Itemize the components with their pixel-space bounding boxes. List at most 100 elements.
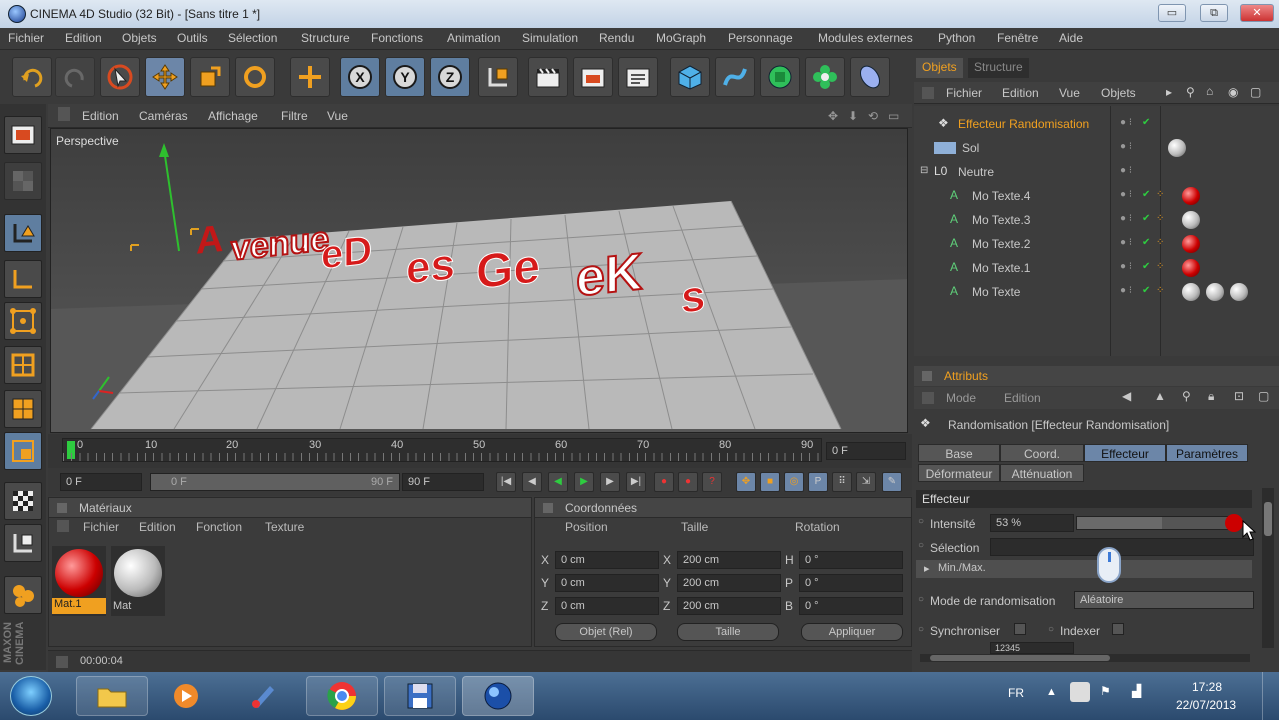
x-axis-toggle[interactable]: X (340, 57, 380, 97)
deformer-button[interactable] (850, 57, 890, 97)
menu-fenetre[interactable]: Fenêtre (997, 31, 1038, 45)
network-icon[interactable]: ⚑ (1100, 684, 1111, 698)
size-z-field[interactable]: 200 cm (677, 597, 781, 615)
edges-mode-button[interactable] (4, 346, 42, 384)
menu-fichier[interactable]: Fichier (8, 31, 44, 45)
render-settings-button[interactable] (618, 57, 658, 97)
spline-button[interactable] (715, 57, 755, 97)
tab-base[interactable]: Base (918, 444, 1000, 462)
rotation-b-field[interactable]: 0 ° (799, 597, 903, 615)
intensity-slider[interactable] (1076, 514, 1243, 532)
timeline-settings-button[interactable]: ✎ (882, 472, 902, 492)
perspective-viewport[interactable]: A venue eD es Ge eK s Perspective (50, 128, 908, 433)
intensity-field[interactable]: 53 % (990, 514, 1074, 532)
material-name[interactable]: Mat.1 (52, 598, 106, 614)
timeline-track[interactable]: 0 10 20 30 40 50 60 70 80 90 (62, 438, 822, 462)
start-button[interactable] (10, 676, 52, 716)
new-window-icon[interactable]: ▢ (1250, 85, 1261, 99)
selection-tag-icon[interactable]: ⁘ (1156, 261, 1164, 272)
nurbs-button[interactable] (760, 57, 800, 97)
materials-menu-fonction[interactable]: Fonction (196, 520, 242, 534)
goto-start-button[interactable]: |◀ (496, 472, 516, 492)
visibility-dots[interactable]: ● ⁝ (1120, 261, 1132, 272)
quantize-button[interactable] (4, 524, 42, 562)
select-tool-button[interactable] (100, 57, 140, 97)
materials-menu-edition[interactable]: Edition (139, 520, 176, 534)
keyframe-dot[interactable]: ○ (918, 516, 924, 527)
object-row-motexte2[interactable]: A Mo Texte.2 ● ⁝ ✔ ⁘ (920, 232, 1270, 256)
seed-field[interactable]: 12345 (990, 642, 1074, 654)
taskbar-explorer[interactable] (76, 676, 148, 716)
key-pla-button[interactable]: ⠿ (832, 472, 852, 492)
size-mode-dropdown[interactable]: Taille (677, 623, 779, 641)
play-backward-button[interactable]: ◀ (548, 472, 568, 492)
attributes-menu-mode[interactable]: Mode (946, 391, 976, 405)
material-tag-icon[interactable] (1230, 283, 1248, 301)
taskbar-app[interactable] (384, 676, 456, 716)
rotate-tool-button[interactable] (235, 57, 275, 97)
object-name[interactable]: Mo Texte (972, 285, 1020, 299)
keyframe-dot[interactable]: ○ (918, 594, 924, 605)
minmax-group[interactable]: ▸ Min./Max. (916, 560, 1252, 578)
object-name[interactable]: Mo Texte.1 (972, 261, 1030, 275)
taskbar-cinema4d[interactable] (462, 676, 534, 716)
viewport-menu-filtre[interactable]: Filtre (281, 109, 308, 123)
taskbar-chrome[interactable] (306, 676, 378, 716)
record-button[interactable]: ● (654, 472, 674, 492)
material-tag-icon[interactable] (1182, 187, 1200, 205)
enabled-check-icon[interactable]: ✔ (1142, 261, 1150, 272)
viewport-down-icon[interactable]: ⬇ (848, 109, 858, 123)
selection-tag-icon[interactable]: ⁘ (1156, 189, 1164, 200)
render-view-button[interactable] (528, 57, 568, 97)
search-icon[interactable]: ⚲ (1182, 389, 1191, 403)
enabled-check-icon[interactable]: ✔ (1142, 213, 1150, 224)
objects-menu-fichier[interactable]: Fichier (946, 86, 982, 100)
viewport-menu-affichage[interactable]: Affichage (208, 109, 258, 123)
scrollbar-thumb[interactable] (930, 655, 1110, 661)
object-row-motexte4[interactable]: A Mo Texte.4 ● ⁝ ✔ ⁘ (920, 184, 1270, 208)
minimize-button[interactable]: ▭ (1158, 4, 1186, 22)
vertical-scrollbar[interactable] (1262, 488, 1274, 648)
material-tag-icon[interactable] (1182, 211, 1200, 229)
object-row-sol[interactable]: Sol ● ⁝ (920, 136, 1270, 160)
key-param-button[interactable]: P (808, 472, 828, 492)
object-row-motexte3[interactable]: A Mo Texte.3 ● ⁝ ✔ ⁘ (920, 208, 1270, 232)
slider-handle[interactable] (1225, 514, 1243, 532)
menu-structure[interactable]: Structure (301, 31, 350, 45)
play-button[interactable]: ▶ (574, 472, 594, 492)
maximize-button[interactable]: ⧉ (1200, 4, 1228, 22)
selection-tag-icon[interactable]: ⁘ (1156, 213, 1164, 224)
selection-tag-icon[interactable]: ⁘ (1156, 237, 1164, 248)
visibility-dots[interactable]: ● ⁝ (1120, 117, 1132, 128)
menu-objets[interactable]: Objets (122, 31, 157, 45)
scrollbar-thumb[interactable] (1264, 502, 1272, 536)
object-name[interactable]: Neutre (958, 165, 994, 179)
clock-time[interactable]: 17:28 (1192, 680, 1222, 694)
object-row-motexte1[interactable]: A Mo Texte.1 ● ⁝ ✔ ⁘ (920, 256, 1270, 280)
object-row-motexte[interactable]: A Mo Texte ● ⁝ ✔ ⁘ (920, 280, 1270, 304)
z-axis-toggle[interactable]: Z (430, 57, 470, 97)
eye-icon[interactable]: ◉ (1228, 85, 1238, 99)
prev-key-button[interactable]: ◀ (522, 472, 542, 492)
material-tag-icon[interactable] (1206, 283, 1224, 301)
sync-checkbox[interactable] (1014, 623, 1026, 635)
object-name[interactable]: Mo Texte.3 (972, 213, 1030, 227)
keyframe-dot[interactable]: ○ (1048, 624, 1054, 635)
keyframe-selection-button[interactable]: ? (702, 472, 722, 492)
taskbar-media-player[interactable] (150, 676, 222, 716)
attributes-menu-edition[interactable]: Edition (1004, 391, 1041, 405)
visibility-dots[interactable]: ● ⁝ (1120, 189, 1132, 200)
collapse-icon[interactable]: ⊟ (920, 165, 928, 176)
expand-triangle-icon[interactable]: ▸ (924, 562, 930, 575)
tab-attenuation[interactable]: Atténuation (1000, 464, 1084, 482)
tab-structure[interactable]: Structure (968, 58, 1029, 78)
up-arrow-icon[interactable]: ▲ (1154, 389, 1166, 403)
lock-icon[interactable]: 🔒︎ (1208, 389, 1214, 404)
material-tag-icon[interactable] (1182, 283, 1200, 301)
material-tag-icon[interactable] (1182, 235, 1200, 253)
texture-mode-button[interactable] (4, 162, 42, 200)
enabled-check-icon[interactable]: ✔ (1142, 189, 1150, 200)
material-tag-icon[interactable] (1182, 259, 1200, 277)
coordinate-system-button[interactable] (478, 57, 518, 97)
close-button[interactable]: ✕ (1240, 4, 1274, 22)
